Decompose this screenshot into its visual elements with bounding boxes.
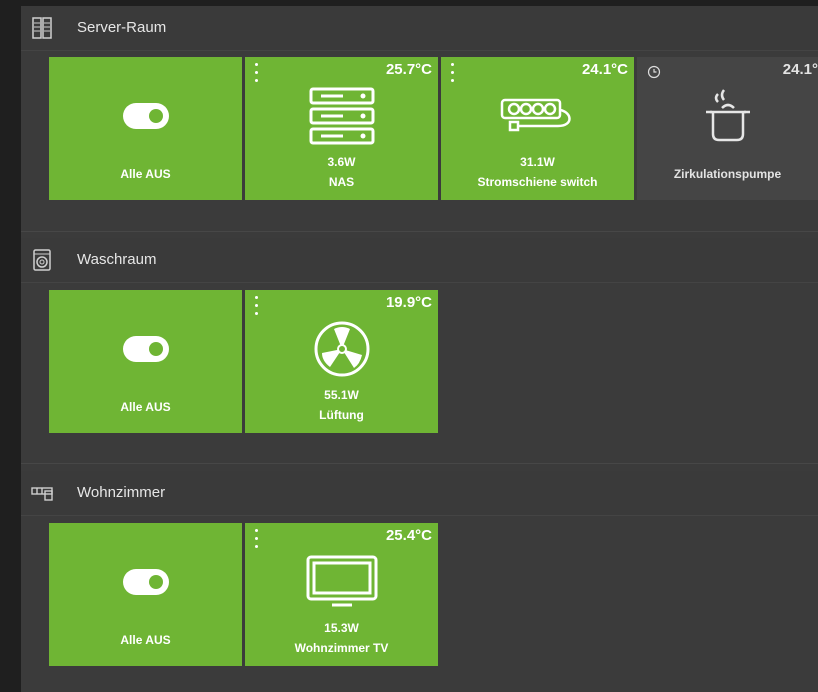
section-title: Waschraum [77,251,157,268]
toggle-on-icon [49,547,242,617]
section-title: Wohnzimmer [77,484,166,501]
tile-power: 15.3W [324,621,359,635]
tile-label: Alle AUS [120,633,171,647]
tile-alle-aus-server-raum[interactable]: Alle AUS [49,57,242,200]
tile-stromschiene-switch[interactable]: 24.1°C 31.1W Stromschiene switch [441,57,634,200]
tile-wohnzimmer-tv[interactable]: 25.4°C 15.3W Wohnzimmer TV [245,523,438,666]
section-header-waschraum: Waschraum [21,238,818,283]
tile-label: Alle AUS [120,167,171,181]
section-divider [21,231,818,232]
tile-nas[interactable]: 25.7°C 3.6W NAS [245,57,438,200]
tile-temperature: 25.7°C [385,61,432,78]
tile-label: Stromschiene switch [477,175,598,189]
tile-alle-aus-waschraum[interactable]: Alle AUS [49,290,242,433]
tile-temperature: 24.1°C [581,61,628,78]
tile-power: 31.1W [520,155,555,169]
washing-machine-icon [33,249,51,271]
clock-icon [647,65,661,79]
tile-alle-aus-wohnzimmer[interactable]: Alle AUS [49,523,242,666]
tile-zirkulationspumpe[interactable]: 24.1° Zirkulationspumpe [637,57,818,200]
cooking-pot-icon [637,81,818,151]
tile-label: NAS [328,175,355,189]
section-header-wohnzimmer: Wohnzimmer [21,471,818,516]
section-divider [21,463,818,464]
tile-temperature: 25.4°C [385,527,432,544]
tile-label: Lüftung [319,408,364,422]
fan-icon [245,314,438,384]
tile-temperature: 24.1° [782,61,818,78]
toggle-on-icon [49,314,242,384]
tv-icon [245,547,438,617]
tile-label: Zirkulationspumpe [673,167,782,181]
tile-label: Alle AUS [120,400,171,414]
section-title: Server-Raum [77,19,167,36]
tile-power: 3.6W [327,155,356,169]
nas-server-icon [245,81,438,151]
server-rack-icon [32,17,52,39]
sofa-icon [31,487,53,501]
tile-label: Wohnzimmer TV [294,641,389,655]
tile-temperature: 19.9°C [385,294,432,311]
toggle-on-icon [49,81,242,151]
tile-lueftung[interactable]: 19.9°C 55.1W Lüftung [245,290,438,433]
power-strip-icon [441,81,634,151]
section-header-server-raum: Server-Raum [21,6,818,51]
tile-power: 55.1W [324,388,359,402]
